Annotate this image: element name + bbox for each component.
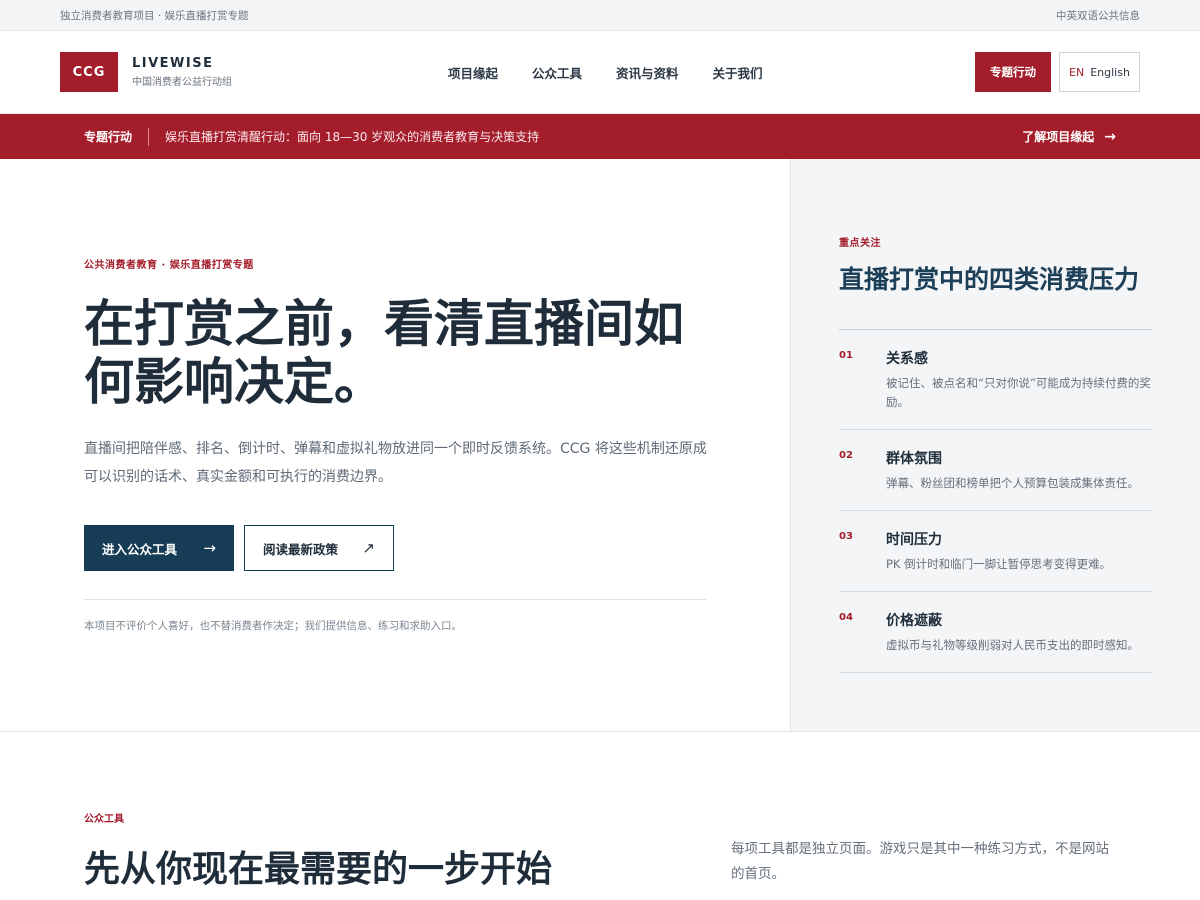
brand-name: LIVEWISE bbox=[132, 56, 214, 71]
nav-item-origin[interactable]: 项目缘起 bbox=[448, 63, 498, 82]
focus-item-number: 01 bbox=[839, 350, 853, 361]
hero-divider bbox=[84, 599, 706, 600]
focus-item-number: 02 bbox=[839, 450, 853, 461]
focus-item-text: 被记住、被点名和“只对你说”可能成为持续付费的奖励。 bbox=[886, 376, 1151, 409]
list-item: 03 时间压力 PK 倒计时和临门一脚让暂停思考变得更难。 bbox=[839, 511, 1152, 592]
nav-item-resources[interactable]: 资讯与资料 bbox=[616, 63, 679, 82]
brand-subtitle: 中国消费者公益行动组 bbox=[132, 77, 232, 88]
focus-item-number: 03 bbox=[839, 531, 853, 542]
arrow-right-icon: → bbox=[203, 539, 216, 557]
utility-right-text: 中英双语公共信息 bbox=[1056, 9, 1140, 22]
language-label: English bbox=[1090, 65, 1130, 79]
read-policy-button[interactable]: 阅读最新政策 ↗ bbox=[244, 525, 394, 571]
list-item: 02 群体氛围 弹幕、粉丝团和榜单把个人预算包装成集体责任。 bbox=[839, 430, 1152, 511]
nav-item-tools[interactable]: 公众工具 bbox=[532, 63, 582, 82]
header-actions: 专题行动 EN English bbox=[975, 52, 1140, 92]
language-switch-button[interactable]: EN English bbox=[1059, 52, 1140, 92]
list-item: 04 价格遮蔽 虚拟币与礼物等级削弱对人民币支出的即时感知。 bbox=[839, 592, 1152, 673]
read-policy-label: 阅读最新政策 bbox=[263, 541, 339, 557]
list-item: 01 关系感 被记住、被点名和“只对你说”可能成为持续付费的奖励。 bbox=[839, 330, 1152, 430]
focus-panel: 重点关注 直播打赏中的四类消费压力 01 关系感 被记住、被点名和“只对你说”可… bbox=[790, 159, 1200, 731]
tools-section: 公众工具 先从你现在最需要的一步开始 每项工具都是独立页面。游戏只是其中一种练习… bbox=[0, 732, 1200, 900]
hero-cta-group: 进入公众工具 → 阅读最新政策 ↗ bbox=[84, 525, 706, 571]
hero-content: 公共消费者教育 · 娱乐直播打赏专题 在打赏之前，看清直播间如何影响决定。 直播… bbox=[0, 159, 790, 731]
focus-item-text: PK 倒计时和临门一脚让暂停思考变得更难。 bbox=[886, 557, 1112, 571]
focus-item-heading: 关系感 bbox=[886, 351, 928, 367]
banner-more-link[interactable]: 了解项目缘起 → bbox=[1022, 128, 1116, 145]
utility-bar: 独立消费者教育项目 · 娱乐直播打赏专题 中英双语公共信息 bbox=[0, 0, 1200, 31]
campaign-banner: 专题行动 娱乐直播打赏清醒行动：面向 18—30 岁观众的消费者教育与决策支持 … bbox=[0, 114, 1200, 159]
banner-more-label: 了解项目缘起 bbox=[1022, 130, 1095, 144]
hero-section: 公共消费者教育 · 娱乐直播打赏专题 在打赏之前，看清直播间如何影响决定。 直播… bbox=[0, 159, 1200, 732]
focus-item-text: 弹幕、粉丝团和榜单把个人预算包装成集体责任。 bbox=[886, 476, 1139, 490]
hero-description: 直播间把陪伴感、排名、倒计时、弹幕和虚拟礼物放进同一个即时反馈系统。CCG 将这… bbox=[84, 441, 707, 485]
tools-description: 每项工具都是独立页面。游戏只是其中一种练习方式，不是网站的首页。 bbox=[731, 841, 1109, 882]
banner-divider bbox=[148, 127, 150, 146]
hero-disclaimer: 本项目不评价个人喜好，也不替消费者作决定；我们提供信息、练习和求助入口。 bbox=[84, 620, 462, 632]
main-nav: 项目缘起 公众工具 资讯与资料 关于我们 bbox=[448, 31, 797, 114]
tools-title: 先从你现在最需要的一步开始 bbox=[84, 848, 553, 890]
hero-title: 在打赏之前，看清直播间如何影响决定。 bbox=[84, 294, 684, 411]
banner-tag: 专题行动 bbox=[84, 130, 133, 144]
focus-item-text: 虚拟币与礼物等级削弱对人民币支出的即时感知。 bbox=[886, 638, 1139, 652]
focus-item-heading: 群体氛围 bbox=[886, 451, 942, 467]
banner-message: 娱乐直播打赏清醒行动：面向 18—30 岁观众的消费者教育与决策支持 bbox=[165, 130, 540, 144]
site-header: CCG LIVEWISE 中国消费者公益行动组 项目缘起 公众工具 资讯与资料 … bbox=[0, 31, 1200, 114]
focus-eyebrow: 重点关注 bbox=[839, 238, 881, 249]
enter-tools-button[interactable]: 进入公众工具 → bbox=[84, 525, 234, 571]
arrow-right-icon: → bbox=[1104, 128, 1116, 145]
focus-title: 直播打赏中的四类消费压力 bbox=[839, 265, 1140, 294]
focus-item-heading: 时间压力 bbox=[886, 532, 942, 548]
utility-left-text: 独立消费者教育项目 · 娱乐直播打赏专题 bbox=[60, 9, 249, 22]
logo[interactable]: CCG bbox=[60, 52, 118, 92]
nav-item-about[interactable]: 关于我们 bbox=[713, 63, 763, 82]
tools-eyebrow: 公众工具 bbox=[84, 814, 124, 825]
brand[interactable]: LIVEWISE 中国消费者公益行动组 bbox=[132, 56, 232, 88]
arrow-up-right-icon: ↗ bbox=[362, 539, 375, 557]
focus-item-number: 04 bbox=[839, 612, 853, 623]
language-code: EN bbox=[1069, 65, 1085, 79]
focus-item-heading: 价格遮蔽 bbox=[886, 613, 942, 629]
hero-eyebrow: 公共消费者教育 · 娱乐直播打赏专题 bbox=[84, 260, 254, 271]
enter-tools-label: 进入公众工具 bbox=[102, 541, 178, 557]
campaign-button[interactable]: 专题行动 bbox=[975, 52, 1051, 92]
focus-list: 01 关系感 被记住、被点名和“只对你说”可能成为持续付费的奖励。 02 群体氛… bbox=[839, 329, 1152, 673]
